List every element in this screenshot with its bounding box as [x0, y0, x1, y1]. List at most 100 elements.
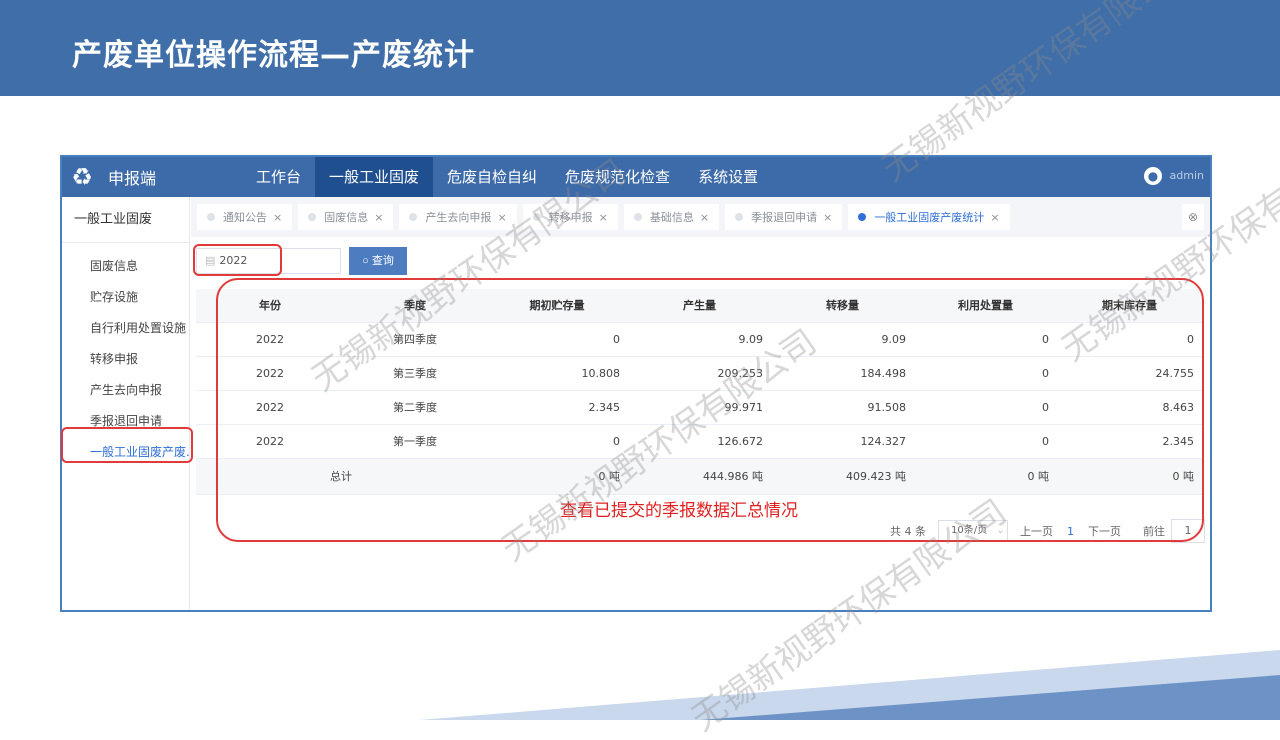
tab-label: 一般工业固废产废统计	[874, 211, 985, 224]
table-cell: 126.672	[628, 424, 771, 459]
calendar-icon: ▤	[205, 254, 216, 267]
sidebar-item-self-disposal[interactable]: 自行利用处置设施	[62, 313, 189, 344]
next-page-button[interactable]: 下一页	[1088, 523, 1121, 539]
year-picker[interactable]: ▤ 2022	[196, 248, 341, 274]
bottom-decoration	[420, 650, 1280, 720]
sidebar-item-return-request[interactable]: 季报退回申请	[62, 406, 189, 437]
table-cell: 0	[914, 424, 1057, 459]
column-header: 转移量	[771, 289, 914, 323]
topnav-system-settings[interactable]: 系统设置	[684, 157, 772, 197]
tab-dot-icon	[409, 213, 418, 221]
query-button[interactable]: ○ 查询	[349, 247, 407, 275]
table-cell: 444.986 吨	[628, 458, 771, 495]
close-icon[interactable]: ×	[599, 211, 608, 224]
table-cell: 124.327	[771, 424, 914, 459]
tab-transfer[interactable]: 转移申报 ×	[522, 204, 618, 230]
table-cell: 409.423 吨	[771, 458, 914, 495]
tab-dot-icon	[308, 213, 317, 221]
tab-return-request[interactable]: 季报退回申请 ×	[725, 204, 843, 230]
page-unit-label: 页	[1211, 523, 1212, 539]
pagination: 共 4 条 10条/页 ⌄ 上一页 1 下一页 前往 1 页	[890, 519, 1212, 543]
tab-waste-info[interactable]: 固废信息 ×	[298, 204, 394, 230]
table-cell: 2022	[196, 390, 344, 425]
sidebar-title: 一般工业固废	[62, 197, 189, 243]
table-cell: 0	[914, 356, 1057, 391]
page-size-value: 10条/页	[951, 525, 988, 536]
tab-waste-statistics[interactable]: 一般工业固废产废统计 ×	[848, 204, 1010, 230]
tab-dot-icon	[858, 213, 867, 221]
tab-notice[interactable]: 通知公告 ×	[197, 204, 293, 230]
top-nav: 工作台 一般工业固废 危废自检自纠 危废规范化检查 系统设置	[242, 157, 772, 197]
sidebar-item-storage[interactable]: 贮存设施	[62, 282, 189, 313]
tab-dot-icon	[207, 213, 215, 221]
column-header: 期末库存量	[1057, 289, 1202, 323]
prev-page-button[interactable]: 上一页	[1020, 523, 1053, 539]
app-window: ♻ 申报端 工作台 一般工业固废 危废自检自纠 危废规范化检查 系统设置 ● a…	[60, 155, 1212, 612]
close-icon[interactable]: ×	[374, 211, 383, 224]
app-topbar: ♻ 申报端 工作台 一般工业固废 危废自检自纠 危废规范化检查 系统设置 ● a…	[62, 157, 1210, 197]
tab-label: 转移申报	[548, 211, 593, 224]
tab-label: 产生去向申报	[425, 211, 492, 224]
table-cell: 91.508	[771, 390, 914, 425]
close-icon[interactable]: ×	[497, 211, 506, 224]
sidebar-item-waste-info[interactable]: 固废信息	[62, 251, 189, 282]
tab-label: 固废信息	[324, 211, 369, 224]
app-name: 申报端	[108, 169, 157, 188]
close-icon[interactable]: ×	[273, 211, 282, 224]
user-avatar-icon[interactable]: ●	[1144, 167, 1162, 185]
table-cell: 第四季度	[344, 322, 486, 357]
tab-label: 基础信息	[649, 211, 694, 224]
year-value: 2022	[219, 254, 248, 267]
sidebar: 一般工业固废 固废信息 贮存设施 自行利用处置设施 转移申报 产生去向申报 季报…	[62, 197, 190, 610]
table-total-row: 总计 0 吨 444.986 吨 409.423 吨 0 吨 0 吨	[196, 458, 1202, 495]
tab-dot-icon	[735, 213, 744, 221]
total-count: 共 4 条	[890, 525, 926, 538]
table-cell: 第三季度	[344, 356, 486, 391]
tab-destination[interactable]: 产生去向申报 ×	[399, 204, 517, 230]
topnav-hazard-self-check[interactable]: 危废自检自纠	[433, 157, 551, 197]
table-cell: 99.971	[628, 390, 771, 425]
table-header-row: 年份 季度 期初贮存量 产生量 转移量 利用处置量 期末库存量	[196, 289, 1202, 323]
column-header: 期初贮存量	[486, 289, 628, 323]
close-icon[interactable]: ×	[990, 211, 999, 224]
table-cell: 209.253	[628, 356, 771, 391]
table-cell: 2.345	[1057, 424, 1202, 459]
table-cell: 0 吨	[1057, 458, 1202, 495]
topnav-workbench[interactable]: 工作台	[242, 157, 315, 197]
close-all-tabs-icon[interactable]: ⊗	[1182, 204, 1204, 230]
column-header: 年份	[196, 289, 344, 323]
query-label: 查询	[371, 255, 394, 267]
slide-title: 产废单位操作流程—产废统计	[72, 38, 475, 73]
table-cell: 0	[1057, 322, 1202, 357]
search-icon: ○	[362, 255, 372, 267]
tab-label: 通知公告	[223, 211, 267, 224]
close-icon[interactable]: ×	[823, 211, 832, 224]
table-cell: 9.09	[628, 322, 771, 357]
sidebar-item-transfer[interactable]: 转移申报	[62, 344, 189, 375]
table-cell: 8.463	[1057, 390, 1202, 425]
page-size-select[interactable]: 10条/页 ⌄	[938, 520, 1008, 542]
table-cell: 184.498	[771, 356, 914, 391]
table-cell: 2022	[196, 424, 344, 459]
tab-label: 季报退回申请	[751, 211, 818, 224]
table-cell: 0	[486, 424, 628, 459]
goto-page-input[interactable]: 1	[1171, 519, 1205, 543]
sidebar-item-destination[interactable]: 产生去向申报	[62, 375, 189, 406]
chevron-down-icon: ⌄	[996, 525, 1005, 536]
sidebar-item-waste-statistics[interactable]: 一般工业固废产废...	[62, 437, 189, 468]
table-cell: 0	[486, 322, 628, 357]
table-cell: 第一季度	[344, 424, 486, 459]
topnav-general-waste[interactable]: 一般工业固废	[315, 157, 434, 197]
tab-bar: 通知公告 × 固废信息 × 产生去向申报 × 转移申报 × 基础信息 × 季报退回申请 × …	[191, 197, 1210, 237]
table-row: 2022 第二季度 2.345 99.971 91.508 0 8.463	[196, 390, 1202, 425]
user-name[interactable]: admin	[1170, 169, 1204, 182]
table-cell: 0 吨	[486, 458, 628, 495]
column-header: 利用处置量	[914, 289, 1057, 323]
tab-basic-info[interactable]: 基础信息 ×	[623, 204, 720, 230]
table-cell: 2.345	[486, 390, 628, 425]
table-cell: 0 吨	[914, 458, 1057, 495]
close-icon[interactable]: ×	[700, 211, 709, 224]
table-cell: 9.09	[771, 322, 914, 357]
topnav-hazard-inspection[interactable]: 危废规范化检查	[551, 157, 684, 197]
page-number-current[interactable]: 1	[1067, 525, 1074, 538]
